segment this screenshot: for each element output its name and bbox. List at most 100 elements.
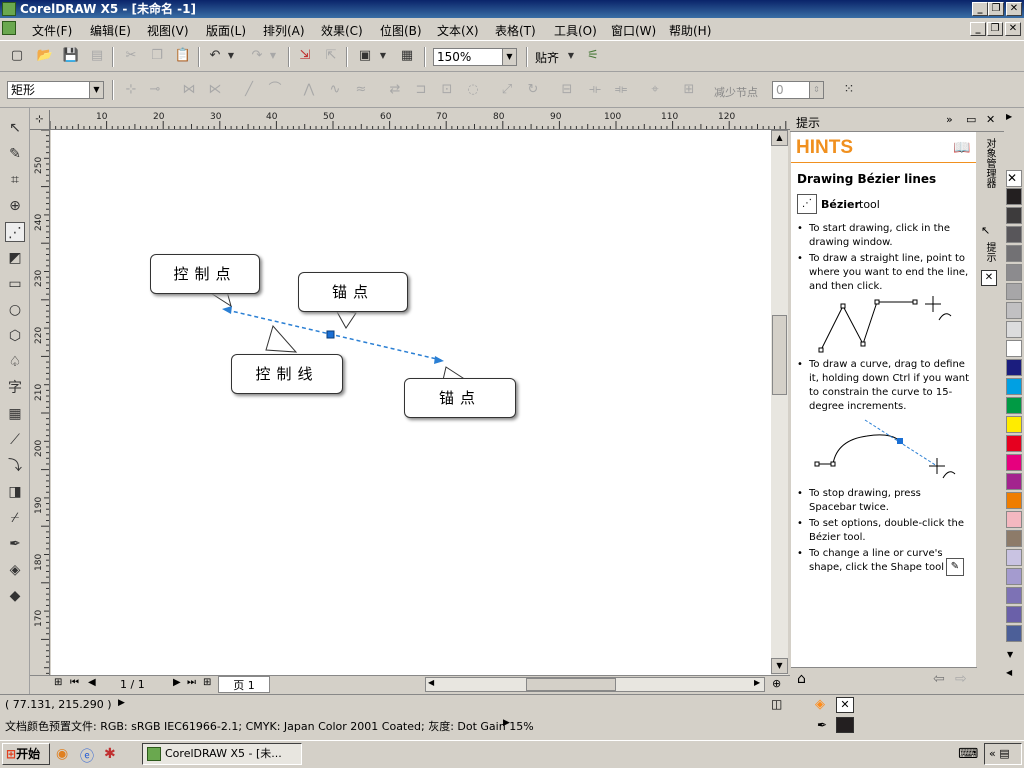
- reflect-horizontal-icon[interactable]: ⟛: [586, 81, 604, 99]
- doc-minimize-button[interactable]: _: [970, 22, 986, 36]
- callout-anchor-top[interactable]: 锚点: [298, 272, 408, 312]
- application-launcher-icon[interactable]: ▣: [356, 47, 374, 65]
- outline-pen-tool-icon[interactable]: ✒: [5, 534, 25, 554]
- rotate-nodes-icon[interactable]: ↻: [524, 81, 542, 99]
- basic-shapes-tool-icon[interactable]: ♤: [5, 352, 25, 372]
- save-icon[interactable]: 💾: [62, 47, 80, 65]
- ruler-origin-icon[interactable]: ⊹: [30, 110, 50, 130]
- document-icon[interactable]: [2, 21, 16, 35]
- interactive-fill-tool-icon[interactable]: ◆: [5, 586, 25, 606]
- color-swatch[interactable]: [1006, 416, 1022, 433]
- color-swatch[interactable]: [1006, 587, 1022, 604]
- start-button[interactable]: ⊞开始: [2, 743, 50, 765]
- launcher-dropdown-icon[interactable]: ▼: [378, 47, 388, 65]
- to-line-icon[interactable]: ╱: [240, 81, 258, 99]
- add-page-before-icon[interactable]: ⊞: [54, 677, 62, 688]
- reflect-vertical-icon[interactable]: ⟚: [612, 81, 630, 99]
- color-swatch[interactable]: [1006, 435, 1022, 452]
- browser-icon[interactable]: ◉: [56, 746, 68, 762]
- welcome-screen-icon[interactable]: ▦: [398, 47, 416, 65]
- palette-flyout-icon[interactable]: ◀: [1006, 668, 1012, 677]
- no-fill-icon[interactable]: ✕: [981, 270, 997, 286]
- palette-scroll-up-icon[interactable]: ▶: [1006, 112, 1012, 121]
- app-quicklaunch-icon[interactable]: ✱: [104, 746, 116, 762]
- menu-tools[interactable]: 工具(O): [554, 22, 597, 39]
- align-nodes-icon[interactable]: ⊟: [558, 81, 576, 99]
- table-tool-icon[interactable]: ▦: [5, 404, 25, 424]
- scroll-left-icon[interactable]: ◀: [428, 678, 434, 687]
- redo-icon[interactable]: ↷: [248, 47, 266, 65]
- vertical-scrollbar[interactable]: ▲ ▼: [771, 130, 788, 675]
- menu-edit[interactable]: 编辑(E): [90, 22, 131, 39]
- export-icon[interactable]: ⇱: [322, 47, 340, 65]
- extract-subpath-icon[interactable]: ⊡: [438, 81, 456, 99]
- scroll-up-icon[interactable]: ▲: [771, 130, 788, 146]
- outline-indicator[interactable]: [836, 717, 854, 733]
- elastic-mode-icon[interactable]: ⌖: [646, 81, 664, 99]
- options-icon[interactable]: ⚟: [584, 47, 602, 65]
- crop-tool-icon[interactable]: ⌗: [5, 170, 25, 190]
- menu-bitmaps[interactable]: 位图(B): [380, 22, 422, 39]
- color-swatch[interactable]: [1006, 283, 1022, 300]
- color-swatch[interactable]: [1006, 606, 1022, 623]
- scroll-right-icon[interactable]: ▶: [754, 678, 760, 687]
- color-swatch[interactable]: [1006, 207, 1022, 224]
- color-swatch[interactable]: [1006, 568, 1022, 585]
- hints-book-icon[interactable]: 📖: [953, 140, 970, 156]
- palette-scroll-down-icon[interactable]: ▼: [1007, 650, 1013, 659]
- menu-text[interactable]: 文本(X): [437, 22, 479, 39]
- tab-object-manager[interactable]: 对象管理器: [981, 138, 997, 188]
- coreldraw-app-icon[interactable]: [2, 2, 16, 16]
- select-all-nodes-icon[interactable]: ⊞: [680, 81, 698, 99]
- back-icon[interactable]: ⇦: [933, 671, 945, 687]
- color-swatch[interactable]: [1006, 359, 1022, 376]
- menu-view[interactable]: 视图(V): [147, 22, 189, 39]
- blend-tool-icon[interactable]: ◨: [5, 482, 25, 502]
- color-swatch[interactable]: [1006, 530, 1022, 547]
- color-swatch[interactable]: [1006, 625, 1022, 642]
- horizontal-ruler[interactable]: 10 20 30 40 50 60 70 80 90 100 110 120: [50, 110, 790, 130]
- scroll-thumb[interactable]: [772, 315, 787, 395]
- cusp-node-icon[interactable]: ⋀: [300, 81, 318, 99]
- callout-control-point[interactable]: 控制点: [150, 254, 260, 294]
- bezier-tool-icon[interactable]: ⋰: [5, 222, 25, 242]
- print-icon[interactable]: ▤: [88, 47, 106, 65]
- add-page-after-icon[interactable]: ⊞: [203, 677, 211, 688]
- doc-close-button[interactable]: ✕: [1005, 22, 1021, 36]
- undo-dropdown-icon[interactable]: ▼: [226, 47, 236, 65]
- drawing-canvas[interactable]: 控制点 锚点 控制线 锚点: [51, 130, 771, 675]
- extend-close-icon[interactable]: ⊐: [412, 81, 430, 99]
- home-icon[interactable]: ⌂: [797, 671, 806, 687]
- fill-indicator[interactable]: ✕: [836, 697, 854, 713]
- scroll-down-icon[interactable]: ▼: [771, 658, 788, 674]
- menu-effects[interactable]: 效果(C): [321, 22, 363, 39]
- keyboard-icon[interactable]: ⌨: [958, 746, 978, 762]
- no-color-swatch[interactable]: ✕: [1006, 170, 1022, 187]
- color-swatch[interactable]: [1006, 492, 1022, 509]
- doc-settings-icon[interactable]: ◫: [771, 697, 782, 711]
- polygon-tool-icon[interactable]: ⬡: [5, 326, 25, 346]
- snap-dropdown-icon[interactable]: ▼: [566, 47, 576, 65]
- menu-layout[interactable]: 版面(L): [206, 22, 246, 39]
- color-swatch[interactable]: [1006, 549, 1022, 566]
- color-swatch[interactable]: [1006, 245, 1022, 262]
- zoom-level-select[interactable]: 150% ▼: [433, 48, 517, 66]
- curve-smoothness-input[interactable]: 0 ⇕: [772, 81, 824, 99]
- break-curve-icon[interactable]: ⋉: [206, 81, 224, 99]
- last-page-icon[interactable]: ⏭: [187, 677, 196, 688]
- object-type-select[interactable]: 矩形 ▼: [7, 81, 104, 99]
- import-icon[interactable]: ⇲: [296, 47, 314, 65]
- pick-tool-icon[interactable]: ↖: [5, 118, 25, 138]
- prev-page-icon[interactable]: ◀: [88, 677, 96, 688]
- fill-tool-icon[interactable]: ◈: [5, 560, 25, 580]
- vertical-ruler[interactable]: 250 240 230 220 210 200 190 180 170: [30, 130, 50, 675]
- connector-tool-icon[interactable]: ⤵: [5, 456, 25, 476]
- smooth-node-icon[interactable]: ∿: [326, 81, 344, 99]
- color-swatch[interactable]: [1006, 188, 1022, 205]
- copy-icon[interactable]: ❐: [148, 47, 166, 65]
- color-swatch[interactable]: [1006, 511, 1022, 528]
- shape-tool-icon[interactable]: ✎: [5, 144, 25, 164]
- nodes-marquee-icon[interactable]: ⁙: [840, 81, 858, 99]
- stretch-nodes-icon[interactable]: ⤢: [498, 81, 516, 99]
- color-swatch[interactable]: [1006, 321, 1022, 338]
